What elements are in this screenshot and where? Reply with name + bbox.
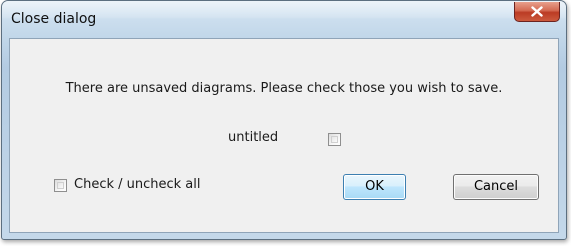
close-dialog-window: Close dialog There are unsaved diagrams.… bbox=[1, 0, 567, 240]
dialog-body: There are unsaved diagrams. Please check… bbox=[9, 38, 559, 233]
unsaved-message: There are unsaved diagrams. Please check… bbox=[65, 81, 503, 96]
check-all-checkbox[interactable] bbox=[54, 179, 67, 192]
window-close-button[interactable] bbox=[514, 2, 560, 22]
title-bar[interactable]: Close dialog bbox=[2, 1, 566, 37]
window-title: Close dialog bbox=[11, 11, 97, 27]
diagram-name-label: untitled bbox=[228, 130, 279, 145]
check-all-label[interactable]: Check / uncheck all bbox=[74, 177, 201, 192]
close-x-icon bbox=[531, 6, 543, 17]
diagram-save-checkbox[interactable] bbox=[328, 133, 341, 146]
ok-button[interactable]: OK bbox=[343, 174, 406, 200]
cancel-button[interactable]: Cancel bbox=[453, 174, 539, 200]
